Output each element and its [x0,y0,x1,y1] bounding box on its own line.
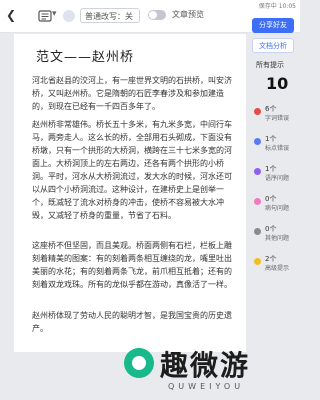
status-dot-icon [254,168,261,175]
hint-label: 高级提示 [265,265,290,272]
hint-item-advanced[interactable]: 2个 高级提示 [254,254,300,278]
hint-label: 其他问题 [265,235,290,242]
analysis-button[interactable]: 文档分析 [252,38,294,53]
watermark: 趣微游 QUWEIYOU [120,340,300,400]
hint-item-word-order[interactable]: 1个 语序问题 [254,164,300,188]
share-button[interactable]: 分享好友 [252,18,294,33]
hint-item-word-errors[interactable]: 6个 字词错误 [254,104,300,128]
hint-label: 标点错误 [265,145,290,152]
status-dot-icon [254,108,261,115]
status-dot-icon [254,228,261,235]
preview-toggle-label: 文章预览 [172,10,204,19]
preview-toggle[interactable] [148,10,166,20]
status-dot-icon [254,198,261,205]
document-title[interactable]: 范文——赵州桥 [36,46,134,65]
hint-label: 字词错误 [265,115,290,122]
document-icon[interactable] [38,9,52,23]
rewrite-mode-select[interactable]: 普通改写：关 [80,8,140,23]
document-paragraph[interactable]: 赵州桥体现了劳动人民的聪明才智，是我国宝贵的历史遗产。 [32,309,232,335]
mode-icon [63,10,75,22]
back-arrow-icon[interactable]: ❮ [6,9,18,21]
document-paragraph[interactable]: 赵州桥非常雄伟。桥长五十多米，有九米多宽，中间行车马，两旁走人。这么长的桥，全部… [32,118,232,222]
watermark-subtext: QUWEIYOU [168,382,245,391]
chevron-down-icon[interactable]: ▾ [52,9,57,19]
document-page: 范文——赵州桥 河北省赵县的洨河上，有一座世界文明的石拱桥，叫安济桥，又叫赵州桥… [14,34,246,352]
hints-section-title: 所有提示 [256,61,284,69]
hint-item-sentence-issues[interactable]: 0个 病句问题 [254,194,300,218]
watermark-logo-icon [124,348,154,378]
hint-label: 语序问题 [265,175,290,182]
document-paragraph[interactable]: 河北省赵县的洨河上，有一座世界文明的石拱桥，叫安济桥，又叫赵州桥。它是隋朝的石匠… [32,74,232,113]
status-dot-icon [254,138,261,145]
hint-item-other-issues[interactable]: 0个 其他问题 [254,224,300,248]
status-dot-icon [254,258,261,265]
hint-item-punctuation-errors[interactable]: 1个 标点错误 [254,134,300,158]
save-status: 保存中 10:05 [258,3,296,10]
hints-total-count: 10 [266,74,289,93]
hint-label: 病句问题 [265,205,290,212]
document-paragraph[interactable]: 这座桥不但坚固，而且美观。桥面两侧有石栏，栏板上雕刻着精美的图案：有的刻着两条相… [32,239,232,291]
watermark-text: 趣微游 [160,349,251,382]
